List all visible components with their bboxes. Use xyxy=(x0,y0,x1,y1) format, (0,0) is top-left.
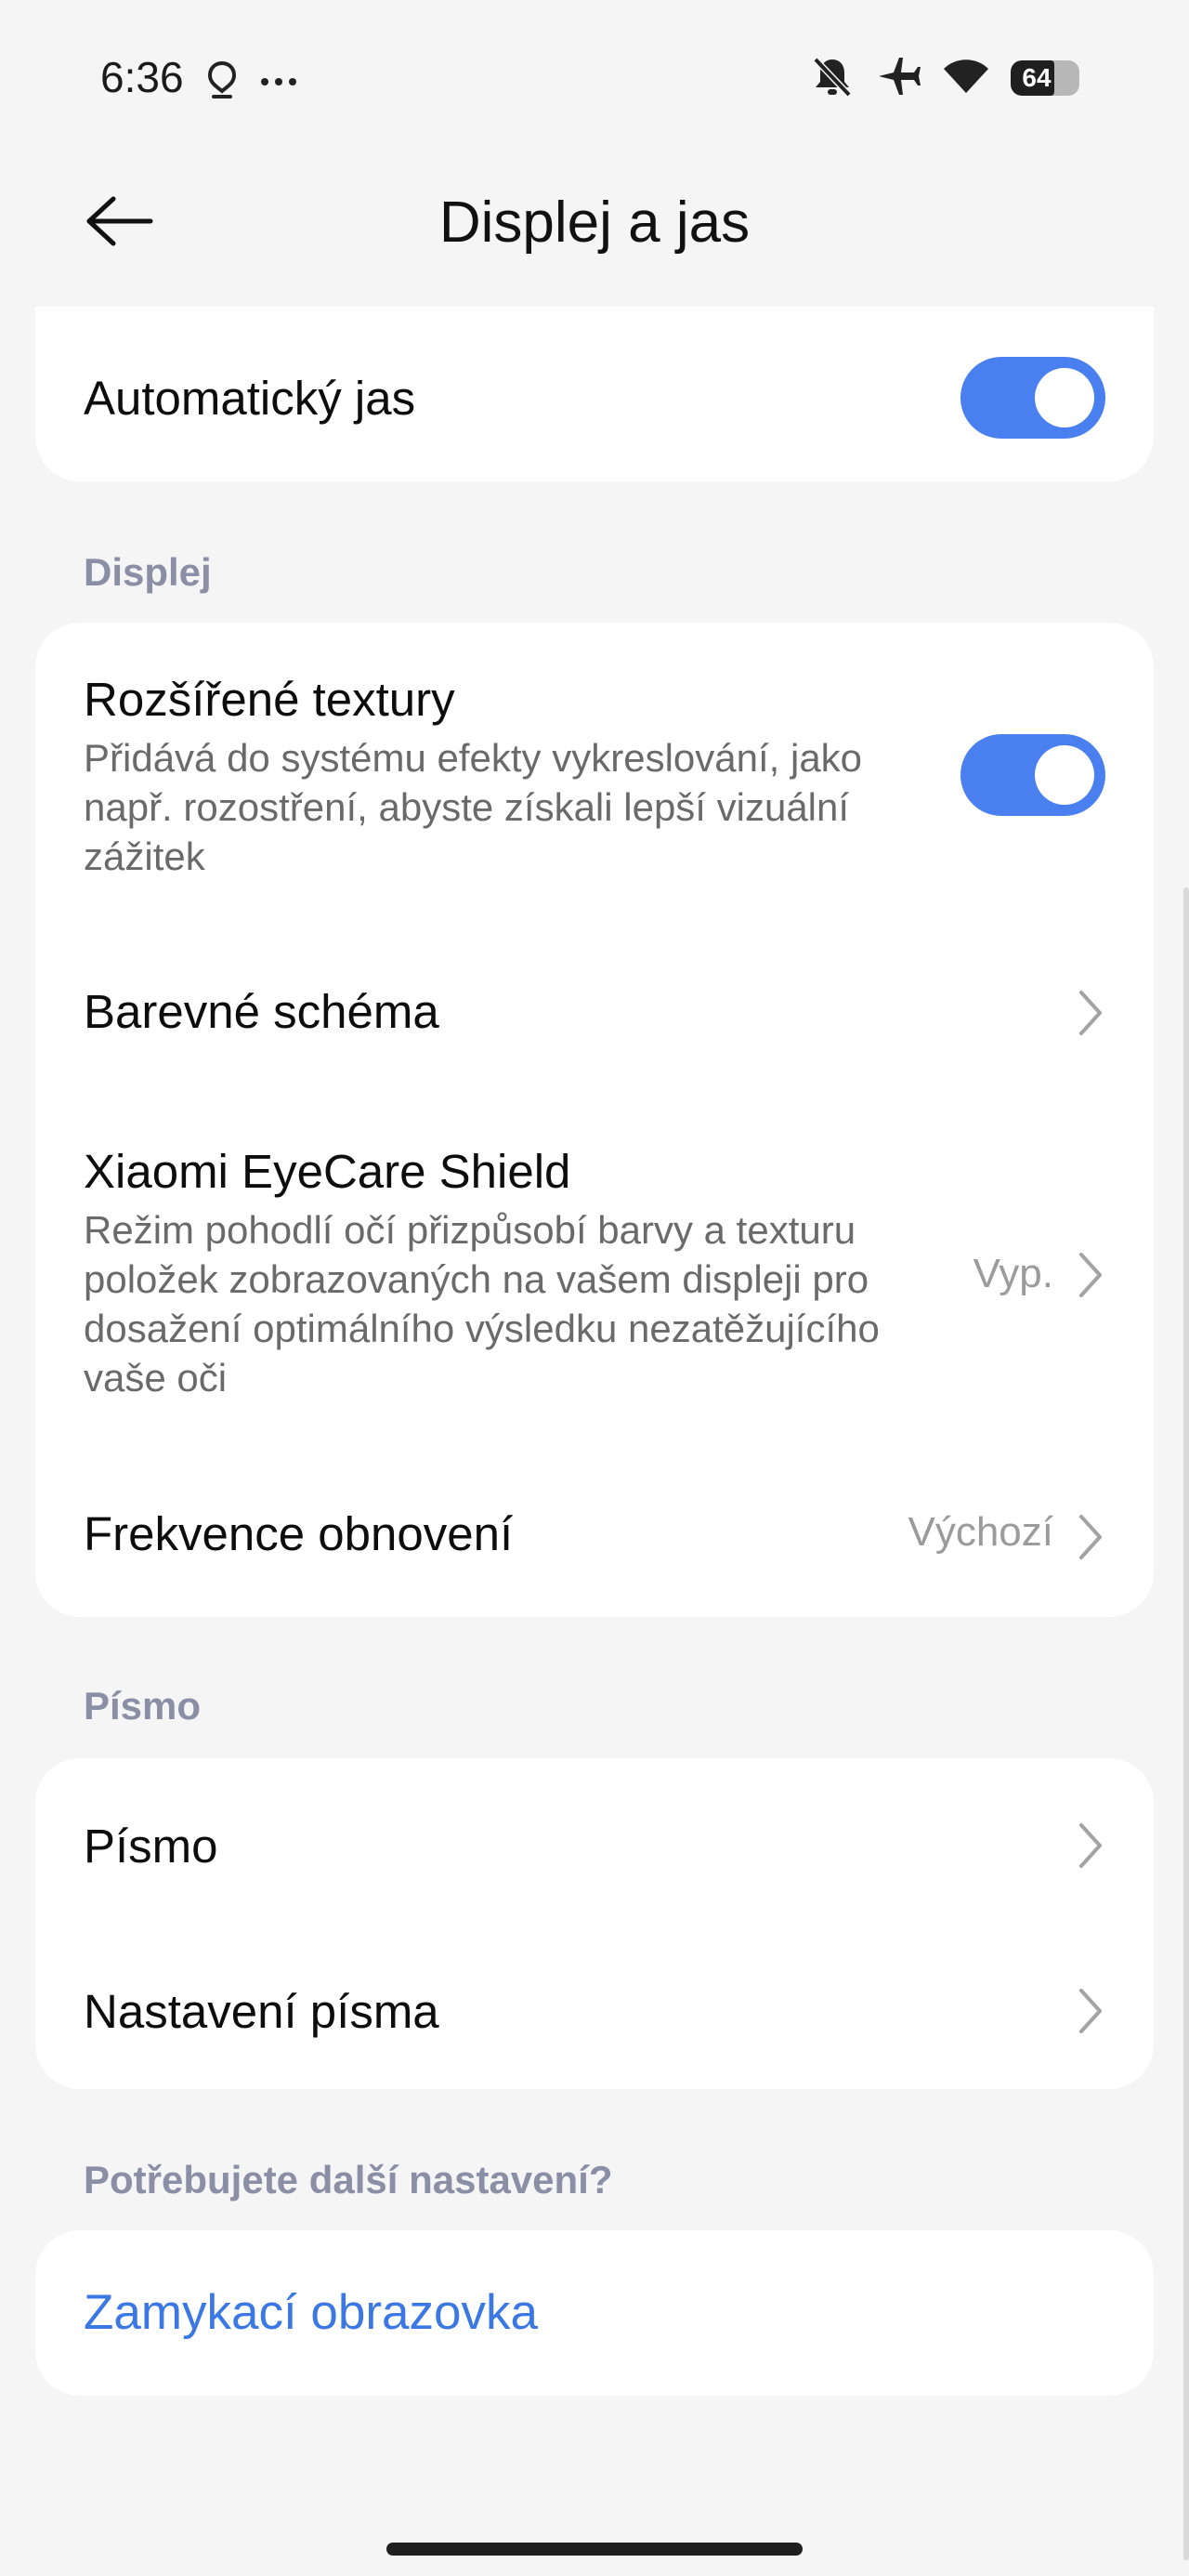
airplane-mode-icon xyxy=(875,54,921,103)
chevron-right-icon xyxy=(1074,1251,1105,1299)
chevron-right-icon xyxy=(1074,1513,1105,1561)
toggle-knob xyxy=(1035,745,1094,805)
section-label-more: Potřebujete další nastavení? xyxy=(84,2158,613,2201)
status-time: 6:36 xyxy=(100,53,184,101)
enhanced-textures-row[interactable]: Rozšířené textury Přidává do systému efe… xyxy=(84,671,903,881)
enhanced-textures-title: Rozšířené textury xyxy=(84,673,455,726)
enhanced-textures-toggle[interactable] xyxy=(960,734,1105,816)
eyecare-value: Vyp. xyxy=(973,1251,1053,1296)
font-settings-row[interactable]: Nastavení písma xyxy=(84,1983,1105,2040)
more-settings-card: Zamykací obrazovka xyxy=(35,2230,1154,2396)
location-pin-icon xyxy=(206,59,238,105)
font-row[interactable]: Písmo xyxy=(84,1818,1105,1874)
status-bar: 6:36 64 xyxy=(0,0,1189,158)
eyecare-description: Režim pohodlí očí přizpůsobí barvy a tex… xyxy=(84,1208,880,1400)
home-indicator[interactable] xyxy=(386,2543,803,2556)
color-scheme-row[interactable]: Barevné schéma xyxy=(84,983,1105,1040)
auto-brightness-toggle[interactable] xyxy=(960,357,1105,439)
font-card: Písmo Nastavení písma xyxy=(35,1758,1154,2089)
auto-brightness-label: Automatický jas xyxy=(84,372,416,425)
battery-indicator: 64 xyxy=(1011,60,1079,96)
eyecare-row[interactable]: Xiaomi EyeCare Shield Režim pohodlí očí … xyxy=(84,1143,959,1402)
eyecare-title: Xiaomi EyeCare Shield xyxy=(84,1145,571,1198)
auto-brightness-row[interactable]: Automatický jas xyxy=(84,370,1105,427)
lock-screen-link[interactable]: Zamykací obrazovka xyxy=(84,2284,1105,2341)
section-label-display: Displej xyxy=(84,550,212,594)
refresh-rate-title: Frekvence obnovení xyxy=(84,1507,514,1560)
font-item-title: Písmo xyxy=(84,1820,218,1873)
status-icons: 64 xyxy=(810,52,1079,104)
display-card: Rozšířené textury Přidává do systému efe… xyxy=(35,623,1154,1617)
scrollbar[interactable] xyxy=(1183,887,1189,2560)
font-settings-title: Nastavení písma xyxy=(84,1985,439,2038)
chevron-right-icon xyxy=(1074,1987,1105,2035)
page-title: Displej a jas xyxy=(438,191,751,255)
battery-level: 64 xyxy=(1022,63,1052,92)
app-header: Displej a jas xyxy=(0,167,1189,279)
lock-screen-link-text: Zamykací obrazovka xyxy=(84,2285,538,2340)
section-label-font: Písmo xyxy=(84,1684,202,1728)
wifi-icon xyxy=(942,56,990,101)
enhanced-textures-description: Přidává do systému efekty vykreslování, … xyxy=(84,736,863,879)
auto-brightness-card: Automatický jas xyxy=(35,307,1154,481)
notifications-off-icon xyxy=(810,54,855,103)
chevron-right-icon xyxy=(1074,989,1105,1037)
more-dots-icon xyxy=(260,74,297,91)
color-scheme-title: Barevné schéma xyxy=(84,985,439,1038)
chevron-right-icon xyxy=(1074,1821,1105,1870)
refresh-rate-row[interactable]: Frekvence obnovení xyxy=(84,1505,912,1562)
toggle-knob xyxy=(1035,368,1094,427)
refresh-rate-value: Výchozí xyxy=(908,1509,1053,1555)
